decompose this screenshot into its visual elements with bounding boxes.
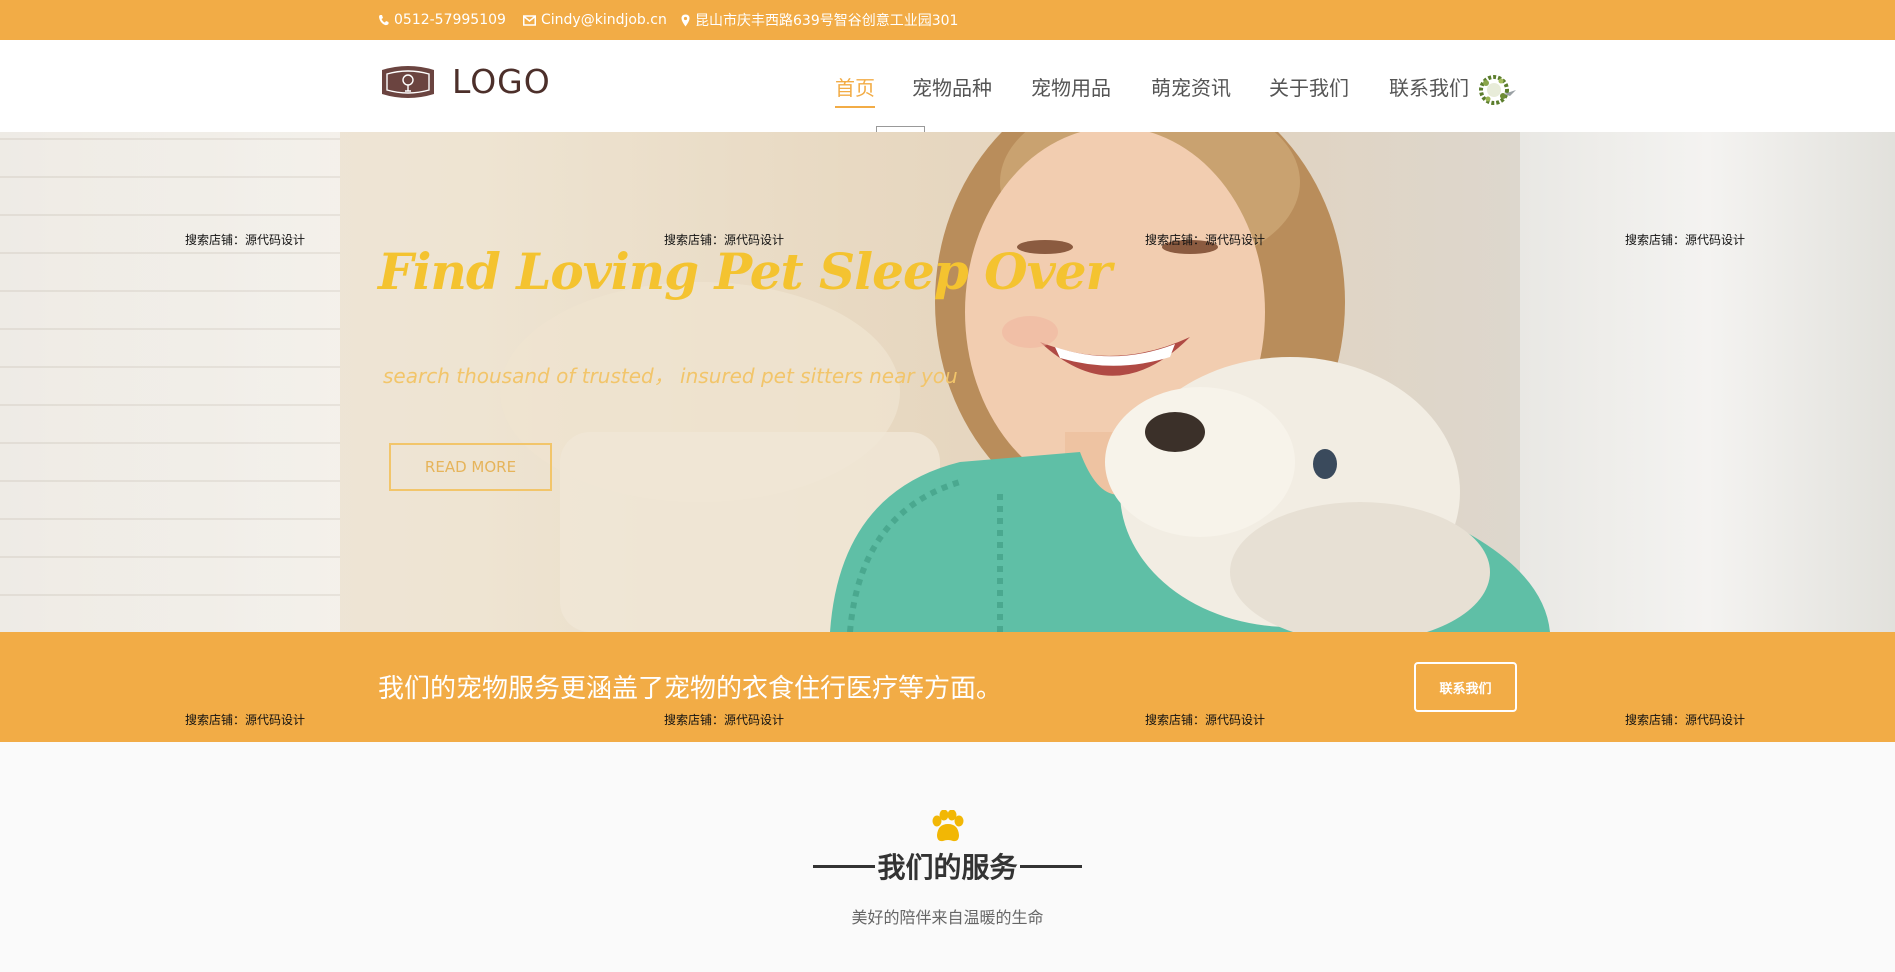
services-section: 我们的服务 美好的陪伴来自温暖的生命 [0,742,1895,972]
paw-icon [932,810,964,842]
logo-text: LOGO [452,62,551,101]
nav-item-home[interactable]: 首页 [835,72,875,108]
email-address[interactable]: Cindy@kindjob.cn [541,12,667,28]
plant-icon [1479,75,1516,105]
nav-item-pet-supplies[interactable]: 宠物用品 [1031,72,1111,101]
email-contact[interactable]: Cindy@kindjob.cn [523,0,667,40]
watermark: 搜索店铺：源代码设计 [1625,713,1746,727]
phone-contact: 0512-57995109 [378,0,506,40]
read-more-button[interactable]: READ MORE [389,443,552,491]
contact-us-button[interactable]: 联系我们 [1414,662,1517,712]
nav-item-pet-breeds[interactable]: 宠物品种 [912,72,992,101]
services-heading: 我们的服务 [877,851,1018,884]
nav-item-contact-us[interactable]: 联系我们 [1389,72,1469,101]
nav-item-pet-news[interactable]: 萌宠资讯 [1151,72,1231,101]
title-line-left [813,864,876,868]
location-icon [681,14,690,26]
nav-item-about-us[interactable]: 关于我们 [1269,72,1349,101]
watermark: 搜索店铺：源代码设计 [185,233,306,247]
watermark: 搜索店铺：源代码设计 [664,713,785,727]
watermark: 搜索店铺：源代码设计 [664,233,785,247]
hero-banner: Find Loving Pet Sleep Over search thousa… [0,132,1895,632]
title-line-right [1019,864,1082,868]
site-header: LOGO 首页 宠物品种 宠物用品 萌宠资讯 关于我们 联系我们 [0,40,1895,133]
logo-icon [382,65,434,98]
top-contact-bar: 0512-57995109 Cindy@kindjob.cn 昆山市庆丰西路63… [0,0,1895,40]
watermark: 搜索店铺：源代码设计 [1625,233,1746,247]
phone-icon [379,15,389,26]
address-contact: 昆山市庆丰西路639号智谷创意工业园301 [681,0,958,40]
hero-subtitle: search thousand of trusted， insured pet … [383,364,958,388]
strip-text: 我们的宠物服务更涵盖了宠物的衣食住行医疗等方面。 [378,674,1003,704]
services-subtitle: 美好的陪伴来自温暖的生命 [851,908,1044,927]
watermark: 搜索店铺：源代码设计 [185,713,306,727]
address-text: 昆山市庆丰西路639号智谷创意工业园301 [695,13,959,29]
phone-number: 0512-57995109 [394,12,506,28]
logo[interactable]: LOGO [378,62,551,101]
services-title: 我们的服务 [0,846,1895,886]
mail-icon [523,14,536,26]
hero-title: Find Loving Pet Sleep Over [378,242,1112,301]
watermark: 搜索店铺：源代码设计 [1145,713,1266,727]
watermark: 搜索店铺：源代码设计 [1145,233,1266,247]
